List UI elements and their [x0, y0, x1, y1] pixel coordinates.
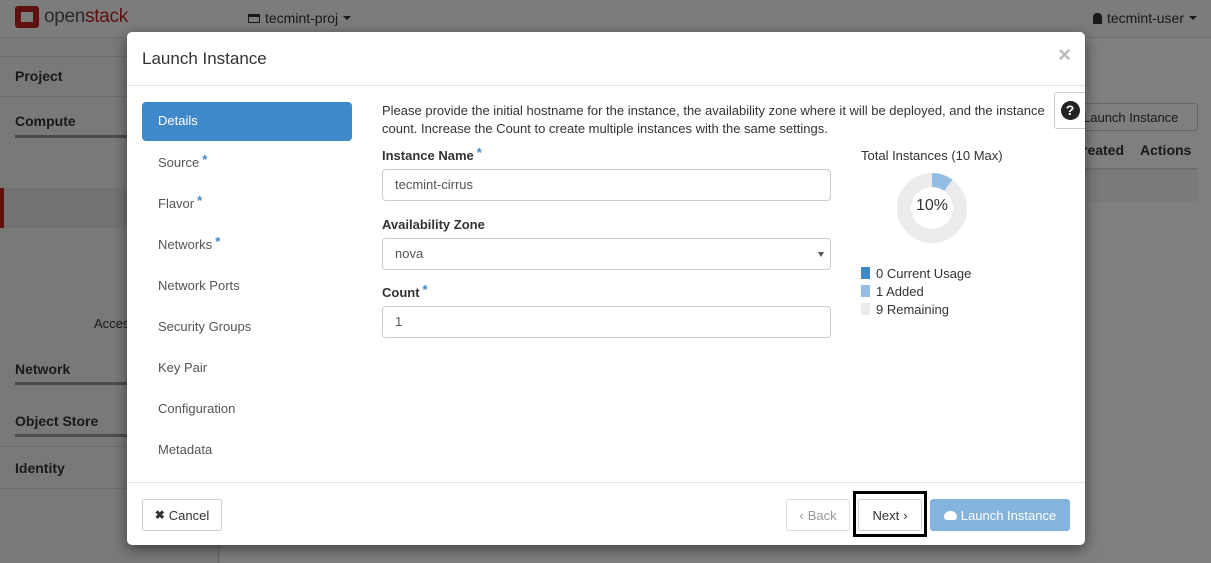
count-label-text: Count [382, 285, 420, 300]
wizard-step-label: Flavor [158, 196, 195, 211]
wizard-step-label: Network Ports [158, 278, 240, 293]
wizard-step-flavor[interactable]: Flavor * [142, 184, 352, 225]
wizard-step-security-groups[interactable]: Security Groups [142, 307, 352, 348]
question-circle-icon: ? [1060, 101, 1080, 120]
wizard-step-key-pair[interactable]: Key Pair [142, 348, 352, 389]
wizard-step-label: Details [158, 113, 198, 128]
wizard-step-networks[interactable]: Networks * [142, 225, 352, 266]
close-icon[interactable]: × [1058, 44, 1071, 66]
chart-title: Total Instances (10 Max) [861, 148, 1003, 163]
legend-label: 0 Current Usage [876, 265, 972, 281]
modal-header: Launch Instance × [127, 32, 1085, 86]
back-label: Back [807, 507, 837, 523]
wizard-step-network-ports[interactable]: Network Ports [142, 266, 352, 307]
availability-zone-select[interactable]: nova [382, 238, 831, 270]
modal-footer: ✖ Cancel ‹ Back Next › Launch Instance [127, 482, 1085, 545]
launch-label: Launch Instance [960, 507, 1057, 523]
step-description: Please provide the initial hostname for … [382, 103, 1045, 136]
availability-zone-value: nova [395, 246, 424, 261]
donut-center-label: 10% [915, 197, 949, 214]
legend-swatch [861, 285, 870, 297]
chevron-left-icon: ‹ [799, 507, 804, 523]
wizard-nav: Details Source * Flavor * Networks * Networ… [142, 102, 352, 471]
total-instances-chart: Total Instances (10 Max) 10% 0 Current U… [861, 148, 1031, 317]
wizard-step-label: Metadata [158, 442, 213, 457]
next-button[interactable]: Next › [858, 499, 922, 531]
chevron-right-icon: › [903, 507, 908, 523]
required-asterisk: * [215, 234, 221, 249]
wizard-step-label: Configuration [158, 401, 236, 416]
chart-legend: 0 Current Usage 1 Added 9 Remaining [861, 264, 971, 318]
wizard-step-label: Key Pair [158, 360, 208, 375]
chevron-down-icon [818, 252, 824, 257]
required-asterisk: * [422, 282, 428, 297]
legend-label: 1 Added [876, 283, 924, 299]
required-asterisk: * [202, 152, 208, 167]
wizard-step-label: Networks [158, 237, 213, 252]
wizard-step-label: Security Groups [158, 319, 252, 334]
wizard-step-metadata[interactable]: Metadata [142, 430, 352, 471]
instance-name-label-text: Instance Name [382, 148, 474, 163]
close-icon: ✖ [154, 508, 165, 522]
legend-item-remaining: 9 Remaining [861, 300, 971, 318]
legend-swatch [861, 267, 870, 279]
wizard-step-source[interactable]: Source * [142, 143, 352, 184]
cancel-button[interactable]: ✖ Cancel [142, 499, 222, 531]
launch-instance-button[interactable]: Launch Instance [930, 499, 1070, 531]
wizard-step-configuration[interactable]: Configuration [142, 389, 352, 430]
modal-title: Launch Instance [142, 49, 267, 68]
cancel-label: Cancel [168, 507, 210, 523]
instance-name-input[interactable]: tecmint-cirrus [382, 169, 831, 201]
launch-instance-modal: Launch Instance × Details Source * Flavor… [127, 32, 1085, 545]
help-button[interactable]: ? [1054, 92, 1085, 129]
wizard-step-details[interactable]: Details [142, 102, 352, 141]
legend-swatch [861, 303, 870, 315]
cloud-upload-icon [943, 510, 957, 520]
back-button[interactable]: ‹ Back [786, 499, 850, 531]
required-asterisk: * [197, 193, 203, 208]
legend-label: 9 Remaining [876, 301, 949, 317]
wizard-step-label: Source [158, 155, 200, 170]
legend-item-added: 1 Added [861, 282, 971, 300]
legend-item-current-usage: 0 Current Usage [861, 264, 971, 282]
required-asterisk: * [476, 145, 482, 160]
count-input[interactable]: 1 [382, 306, 831, 338]
next-label: Next [872, 507, 900, 523]
